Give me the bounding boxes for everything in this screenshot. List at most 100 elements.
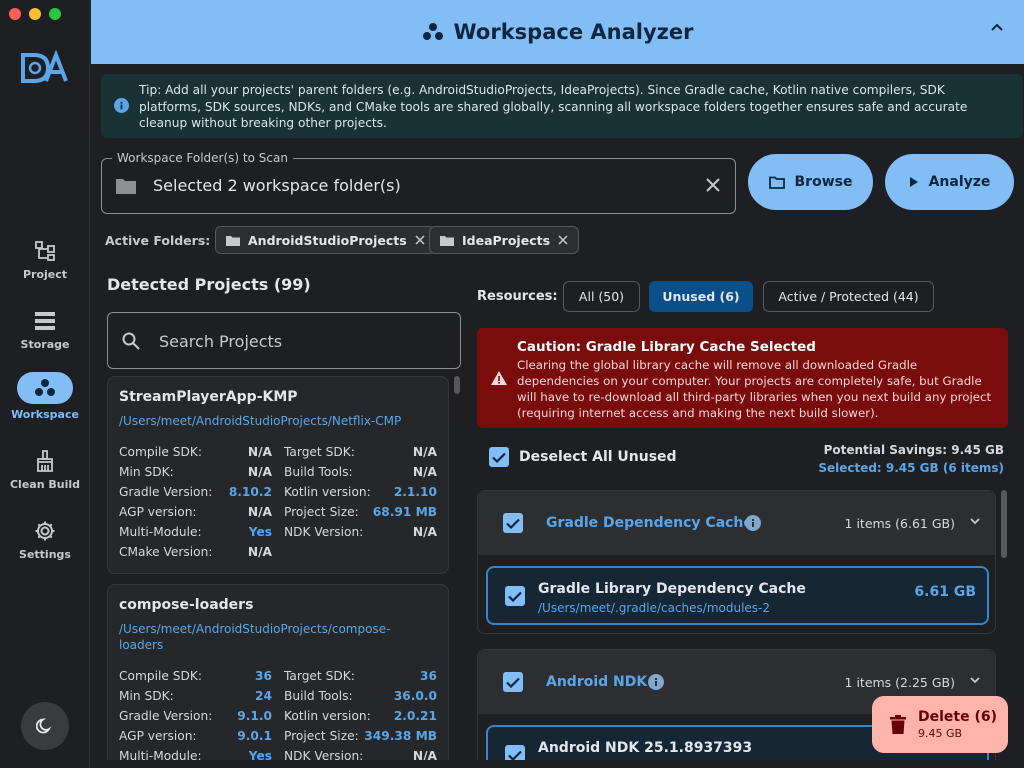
theme-toggle-button[interactable]: [21, 702, 69, 750]
folder-field-value: Selected 2 workspace folder(s): [153, 176, 401, 195]
info-value: Yes: [248, 749, 272, 760]
workspace-folder-field[interactable]: Workspace Folder(s) to Scan Selected 2 w…: [101, 151, 736, 214]
browse-label: Browse: [794, 174, 853, 190]
resource-group-header[interactable]: Gradle Dependency Cache 1 items (6.61 GB…: [478, 491, 995, 555]
info-key: Multi-Module:: [119, 749, 202, 760]
sidebar-item-storage[interactable]: Storage: [0, 304, 90, 351]
item-name: Android NDK 25.1.8937393: [538, 740, 753, 756]
caution-banner: Caution: Gradle Library Cache Selected C…: [477, 328, 1008, 428]
info-key: Gradle Version:: [119, 709, 213, 723]
analyze-button[interactable]: Analyze: [885, 154, 1014, 210]
item-checkbox[interactable]: [505, 586, 525, 606]
group-checkbox[interactable]: [503, 513, 523, 533]
folder-chip[interactable]: IdeaProjects: [429, 226, 580, 254]
info-key: AGP version:: [119, 505, 197, 519]
analyze-label: Analyze: [928, 174, 991, 190]
project-card[interactable]: StreamPlayerApp-KMP /Users/meet/AndroidS…: [107, 376, 449, 574]
info-value: N/A: [412, 445, 437, 459]
item-path: /Users/meet/.gradle/caches/modules-2: [538, 601, 771, 615]
group-checkbox[interactable]: [503, 672, 523, 692]
app-logo: [21, 50, 68, 83]
search-icon: [122, 332, 140, 350]
project-list-scrollbar[interactable]: [454, 376, 460, 394]
deselect-all-checkbox[interactable]: [489, 447, 509, 467]
tab-active-protected[interactable]: Active / Protected (44): [763, 281, 934, 312]
chevron-up-icon[interactable]: [990, 22, 1004, 32]
info-key: Project Size:: [284, 505, 359, 519]
zoom-window-button[interactable]: [49, 8, 61, 20]
info-icon: [114, 98, 129, 113]
sidebar: Project Storage Workspace Clean Build Se…: [0, 0, 90, 768]
info-icon[interactable]: [745, 515, 761, 531]
chevron-down-icon[interactable]: [970, 518, 980, 525]
tab-all[interactable]: All (50): [563, 281, 640, 312]
info-value: 9.0.1: [237, 729, 272, 743]
check-icon: [508, 591, 522, 602]
potential-savings: Potential Savings: 9.45 GB: [823, 443, 1004, 457]
search-placeholder: Search Projects: [159, 332, 283, 351]
folder-icon: [226, 235, 240, 246]
info-value: 36: [255, 669, 272, 683]
project-name: StreamPlayerApp-KMP: [119, 389, 298, 405]
info-key: Kotlin version:: [284, 709, 371, 723]
info-value: N/A: [247, 545, 272, 559]
info-value: 2.0.21: [393, 709, 437, 723]
project-path[interactable]: /Users/meet/AndroidStudioProjects/compos…: [119, 621, 409, 653]
play-icon: [909, 177, 918, 187]
item-size: 6.61 GB: [914, 584, 976, 600]
resource-item[interactable]: Gradle Library Dependency Cache /Users/m…: [486, 566, 989, 625]
item-checkbox[interactable]: [505, 745, 525, 760]
sidebar-item-workspace[interactable]: Workspace: [0, 372, 90, 421]
browse-button[interactable]: Browse: [748, 154, 873, 210]
folder-chip-label: IdeaProjects: [462, 232, 551, 248]
info-value: 9.1.0: [237, 709, 272, 723]
info-key: Gradle Version:: [119, 485, 213, 499]
folder-icon: [768, 176, 785, 189]
page-title: Workspace Analyzer: [453, 20, 694, 44]
tab-unused[interactable]: Unused (6): [649, 281, 753, 312]
info-value: 24: [255, 689, 272, 703]
chevron-down-icon[interactable]: [970, 677, 980, 684]
group-title: Android NDK: [546, 674, 648, 690]
info-key: Target SDK:: [284, 669, 355, 683]
check-icon: [508, 750, 522, 760]
search-input[interactable]: Search Projects: [107, 312, 461, 369]
project-path[interactable]: /Users/meet/AndroidStudioProjects/Netfli…: [119, 413, 437, 429]
resource-list-scrollbar[interactable]: [1001, 490, 1007, 558]
info-icon[interactable]: [648, 674, 664, 690]
deselect-all-label[interactable]: Deselect All Unused: [519, 449, 677, 465]
info-key: NDK Version:: [284, 749, 364, 760]
resource-group: Gradle Dependency Cache 1 items (6.61 GB…: [477, 490, 996, 634]
info-key: Build Tools:: [284, 689, 353, 703]
warning-icon: [491, 371, 507, 385]
close-icon[interactable]: [415, 235, 425, 245]
info-key: NDK Version:: [284, 525, 364, 539]
hierarchy-icon: [35, 241, 55, 261]
info-key: CMake Version:: [119, 545, 213, 559]
info-value: N/A: [412, 465, 437, 479]
clear-icon[interactable]: [706, 178, 720, 192]
project-card[interactable]: compose-loaders /Users/meet/AndroidStudi…: [107, 584, 449, 760]
sidebar-item-project[interactable]: Project: [0, 234, 90, 281]
caution-body: Clearing the global library cache will r…: [517, 358, 992, 420]
close-icon[interactable]: [558, 235, 568, 245]
caution-title: Caution: Gradle Library Cache Selected: [517, 339, 816, 355]
delete-button[interactable]: Delete (6) 9.45 GB: [872, 696, 1008, 753]
info-value: 349.38 MB: [364, 729, 437, 743]
sidebar-item-label: Project: [22, 268, 68, 281]
moon-icon: [36, 718, 52, 734]
info-key: Kotlin version:: [284, 485, 371, 499]
info-key: Min SDK:: [119, 465, 174, 479]
sidebar-item-clean-build[interactable]: Clean Build: [0, 444, 90, 491]
info-value: 36.0.0: [393, 689, 437, 703]
info-key: Project Size:: [284, 729, 359, 743]
minimize-window-button[interactable]: [29, 8, 41, 20]
info-key: AGP version:: [119, 729, 197, 743]
active-folders-label: Active Folders:: [105, 233, 211, 248]
sidebar-item-label: Storage: [20, 338, 70, 351]
info-value: Yes: [248, 525, 272, 539]
sidebar-item-settings[interactable]: Settings: [0, 514, 90, 561]
close-window-button[interactable]: [9, 8, 21, 20]
folder-chip[interactable]: AndroidStudioProjects: [215, 226, 436, 254]
project-name: compose-loaders: [119, 597, 254, 613]
